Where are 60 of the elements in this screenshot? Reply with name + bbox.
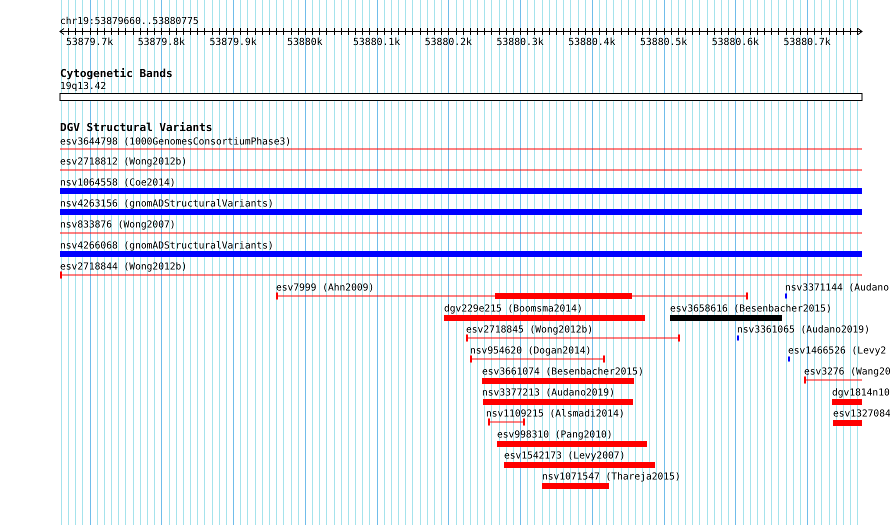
feature-label: nsv954620 (Dogan2014) (470, 346, 592, 356)
feature-span[interactable] (60, 272, 862, 278)
tick-label: 53880.6k (712, 37, 759, 48)
feature-label: esv2718812 (Wong2012b) (60, 156, 188, 168)
variant-mark[interactable] (737, 336, 739, 340)
feature-bar[interactable] (670, 315, 782, 321)
feature-bar[interactable] (444, 315, 645, 321)
feature-label: nsv1064558 (Coe2014) (60, 178, 176, 188)
feature-label: nsv3361065 (Audano2019) (737, 324, 870, 336)
tick-label: 53880.5k (640, 37, 688, 48)
location-label: chr19:53879660..53880775 (60, 16, 199, 27)
feature-label: esv7999 (Ahn2009) (276, 282, 374, 294)
tick-label: 53880.3k (496, 37, 544, 48)
feature-bar[interactable] (60, 188, 862, 194)
feature-label: nsv1109215 (Alsmadi2014) (486, 408, 625, 420)
feature-label: nsv4266068 (gnomADStructuralVariants) (60, 240, 274, 252)
tick-label: 53880.1k (353, 37, 400, 48)
feature-label: esv2718845 (Wong2012b) (466, 324, 594, 336)
feature-label: esv998310 (Pang2010) (497, 430, 613, 440)
feature-label: esv3658616 (Besenbacher2015) (670, 304, 832, 314)
feature-span[interactable] (470, 356, 605, 362)
feature-bar[interactable] (504, 462, 655, 468)
feature-label: nsv4263156 (gnomADStructuralVariants) (60, 198, 274, 210)
feature-label: esv3644798 (1000GenomesConsortiumPhase3) (60, 136, 292, 148)
tick-label: 53879.9k (210, 37, 257, 48)
track-title: Cytogenetic Bands (60, 67, 173, 80)
feature-label: dgv229e215 (Boomsma2014) (444, 304, 583, 314)
tick-label: 53879.7k (66, 37, 114, 48)
tick-label: 53879.8k (138, 37, 185, 48)
feature-bar[interactable] (60, 209, 862, 215)
feature-label: esv3276 (Wang20 (804, 366, 890, 378)
feature-label: esv1542173 (Levy2007) (504, 450, 626, 462)
tick-label: 53880.4k (568, 37, 616, 48)
variant-mark[interactable] (785, 294, 787, 298)
feature-bar[interactable] (482, 378, 634, 384)
feature-bar[interactable] (497, 441, 647, 447)
track-title: DGV Structural Variants (60, 121, 212, 134)
feature-bar[interactable] (833, 420, 862, 426)
feature-bar[interactable] (542, 483, 609, 489)
feature-label: esv1327084 (833, 408, 890, 420)
feature-span[interactable] (804, 376, 862, 384)
feature-bar[interactable] (832, 399, 862, 405)
feature-span[interactable] (466, 334, 680, 342)
feature-label: dgv1814n10 (832, 388, 890, 398)
feature-label: esv1466526 (Levy2 (788, 346, 886, 356)
feature-bar[interactable] (60, 251, 862, 257)
tick-label: 53880.7k (784, 37, 831, 48)
tick-label: 53880k (287, 37, 323, 48)
feature-span-with-core[interactable] (276, 292, 748, 300)
feature-label: nsv833876 (Wong2007) (60, 220, 176, 230)
feature-label: nsv1071547 (Thareja2015) (542, 472, 681, 482)
feature-span[interactable] (488, 418, 525, 426)
feature-bar[interactable] (483, 399, 633, 405)
feature-label: nsv3371144 (Audano (785, 282, 889, 294)
tick-label: 53880.2k (424, 37, 472, 48)
band-label: 19q13.42 (60, 81, 106, 92)
feature-label: esv3661074 (Besenbacher2015) (482, 366, 644, 378)
feature-label: esv2718844 (Wong2012b) (60, 262, 188, 272)
feature-label: nsv3377213 (Audano2019) (482, 388, 615, 398)
variant-mark[interactable] (788, 356, 790, 362)
